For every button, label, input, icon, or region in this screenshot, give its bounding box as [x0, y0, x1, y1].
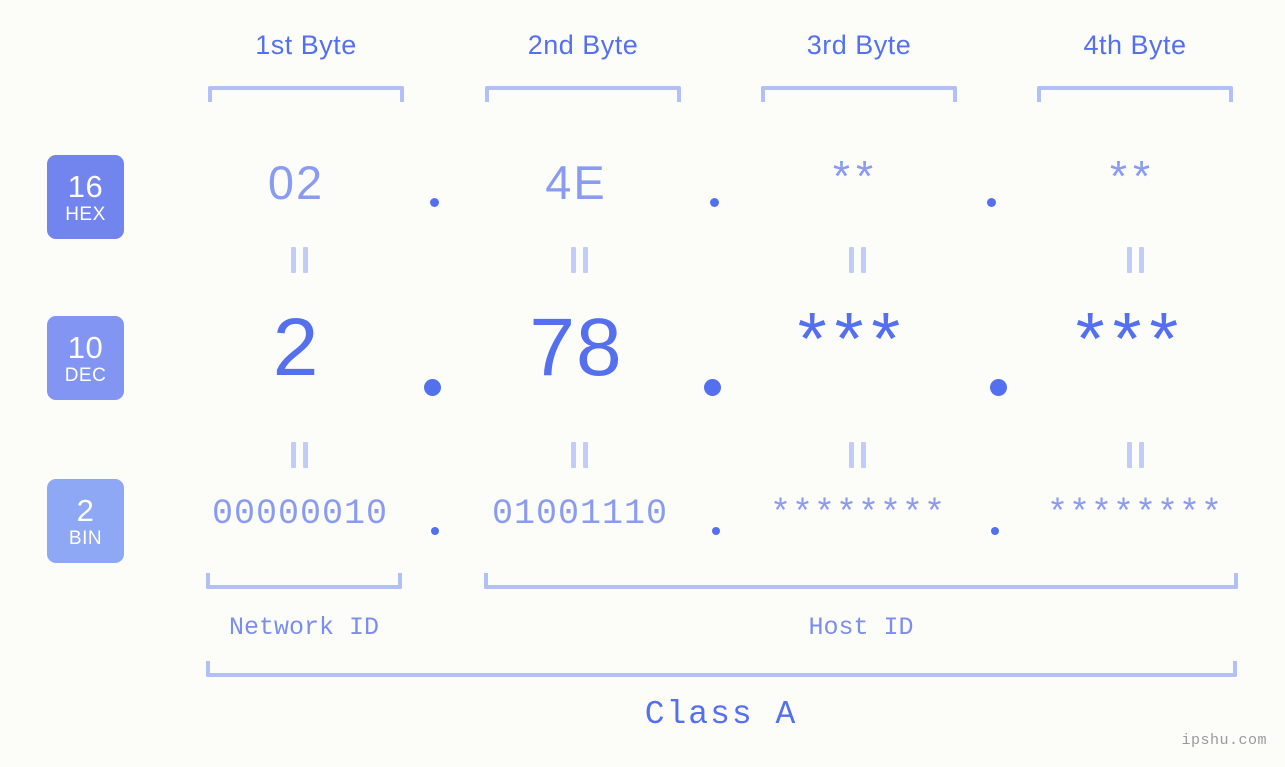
byte-header-2: 2nd Byte: [527, 30, 639, 60]
network-id-label: Network ID: [228, 613, 380, 642]
hex-byte-4: **: [1109, 152, 1157, 201]
radix-badge-hex-label: HEX: [65, 203, 106, 225]
dec-byte-2: 78: [529, 302, 623, 393]
hex-byte-1: 02: [267, 156, 325, 209]
host-id-label: Host ID: [808, 613, 914, 642]
equals-mark-hex-dec-4: [1124, 247, 1146, 273]
network-id-bracket: [206, 573, 402, 589]
bin-byte-1: 00000010: [211, 494, 389, 534]
bin-byte-4: ********: [1046, 494, 1224, 534]
equals-mark-hex-dec-1: [288, 247, 310, 273]
dec-dot-separator-2: [704, 379, 721, 396]
host-id-bracket: [484, 573, 1238, 589]
ip-address-breakdown-diagram: 1st Byte 2nd Byte 3rd Byte 4th Byte 16 H…: [0, 0, 1285, 767]
dec-byte-1: 2: [272, 302, 320, 393]
radix-badge-bin-number: 2: [76, 492, 95, 528]
radix-badge-hex: 16 HEX: [47, 155, 124, 239]
equals-mark-dec-bin-2: [568, 442, 590, 468]
class-bracket: [206, 661, 1237, 677]
hex-byte-3: **: [832, 152, 880, 201]
hex-dot-separator-3: [987, 198, 996, 207]
hex-dot-separator-2: [710, 198, 719, 207]
hex-byte-2: 4E: [545, 156, 607, 209]
equals-mark-dec-bin-3: [846, 442, 868, 468]
byte-bracket-2: [485, 86, 681, 102]
bin-dot-separator-3: [991, 527, 999, 535]
byte-header-1: 1st Byte: [255, 30, 357, 60]
radix-badge-hex-number: 16: [67, 168, 104, 204]
byte-bracket-1: [208, 86, 404, 102]
radix-badge-dec-label: DEC: [64, 364, 107, 386]
equals-mark-hex-dec-2: [568, 247, 590, 273]
equals-mark-dec-bin-1: [288, 442, 310, 468]
dec-dot-separator-3: [990, 379, 1007, 396]
hex-dot-separator-1: [430, 198, 439, 207]
class-label: Class A: [644, 696, 798, 733]
radix-badge-bin-label: BIN: [68, 527, 103, 549]
byte-header-4: 4th Byte: [1083, 30, 1187, 60]
dec-byte-3: ***: [797, 297, 909, 380]
radix-badge-dec-number: 10: [67, 329, 104, 365]
equals-mark-hex-dec-3: [846, 247, 868, 273]
bin-dot-separator-2: [712, 527, 720, 535]
bin-dot-separator-1: [431, 527, 439, 535]
radix-badge-bin: 2 BIN: [47, 479, 124, 563]
byte-bracket-3: [761, 86, 957, 102]
site-watermark: ipshu.com: [1181, 732, 1267, 749]
radix-badge-dec: 10 DEC: [47, 316, 124, 400]
bin-byte-3: ********: [769, 494, 947, 534]
dec-byte-4: ***: [1075, 297, 1187, 380]
equals-mark-dec-bin-4: [1124, 442, 1146, 468]
byte-bracket-4: [1037, 86, 1233, 102]
bin-byte-2: 01001110: [491, 494, 669, 534]
dec-dot-separator-1: [424, 379, 441, 396]
byte-header-3: 3rd Byte: [806, 30, 912, 60]
